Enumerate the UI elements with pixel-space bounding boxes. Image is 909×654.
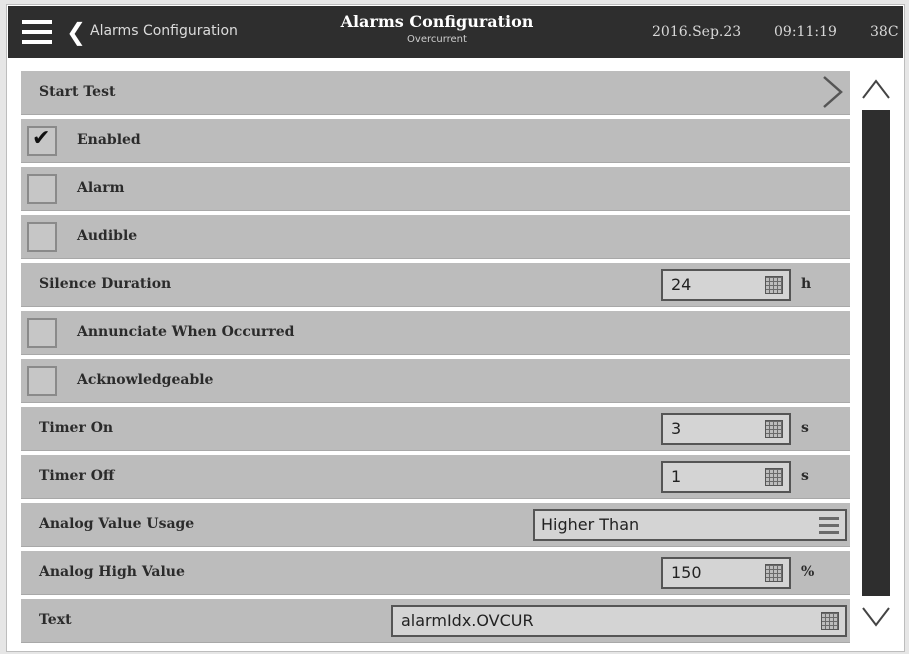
silence-duration-unit: h	[801, 276, 812, 292]
chevron-down-icon[interactable]	[860, 604, 892, 630]
text-label: Text	[39, 612, 72, 628]
timer-on-label: Timer On	[39, 420, 114, 436]
acknowledgeable-row: Acknowledgeable	[21, 359, 850, 403]
enabled-checkbox[interactable]	[27, 126, 57, 156]
silence-duration-label: Silence Duration	[39, 276, 172, 292]
audible-checkbox[interactable]	[27, 222, 57, 252]
annunciate-label: Annunciate When Occurred	[77, 324, 295, 340]
alarm-checkbox[interactable]	[27, 174, 57, 204]
header-time: 09:11:19	[774, 24, 837, 40]
timer-off-value: 1	[671, 467, 682, 486]
analog-high-value-value: 150	[671, 563, 702, 582]
analog-high-value-row: Analog High Value 150 %	[21, 551, 850, 595]
chevron-right-icon[interactable]	[820, 75, 844, 109]
analog-high-value-input[interactable]: 150	[661, 557, 791, 589]
acknowledgeable-checkbox[interactable]	[27, 366, 57, 396]
scrollbar-track[interactable]	[862, 110, 890, 596]
start-test-row[interactable]: Start Test	[21, 71, 850, 115]
timer-on-row: Timer On 3 s	[21, 407, 850, 451]
acknowledgeable-label: Acknowledgeable	[77, 372, 214, 388]
page-subtitle: Overcurrent	[407, 34, 467, 45]
chevron-left-icon[interactable]: ❮	[66, 17, 86, 47]
audible-label: Audible	[77, 228, 138, 244]
header-temperature: 38C	[870, 24, 899, 40]
analog-high-value-label: Analog High Value	[39, 564, 185, 580]
timer-on-value: 3	[671, 419, 682, 438]
text-row: Text alarmIdx.OVCUR	[21, 599, 850, 643]
header-date: 2016.Sep.23	[652, 24, 742, 40]
keypad-icon[interactable]	[821, 612, 839, 630]
keypad-icon[interactable]	[765, 564, 783, 582]
text-value: alarmIdx.OVCUR	[401, 611, 534, 630]
header-bar: ❮ Alarms Configuration Alarms Configurat…	[8, 6, 903, 58]
start-test-label: Start Test	[39, 84, 116, 100]
settings-list: Start Test Enabled Alarm Audible Silence…	[21, 71, 850, 647]
timer-off-input[interactable]: 1	[661, 461, 791, 493]
alarm-row: Alarm	[21, 167, 850, 211]
timer-on-unit: s	[801, 420, 809, 436]
list-icon[interactable]	[819, 516, 839, 534]
chevron-up-icon[interactable]	[860, 76, 892, 102]
keypad-icon[interactable]	[765, 468, 783, 486]
analog-value-usage-row: Analog Value Usage Higher Than	[21, 503, 850, 547]
silence-duration-value: 24	[671, 275, 692, 294]
alarm-label: Alarm	[77, 180, 125, 196]
back-button-label[interactable]: Alarms Configuration	[90, 23, 238, 39]
silence-duration-input[interactable]: 24	[661, 269, 791, 301]
page-title: Alarms Configuration	[340, 12, 534, 31]
timer-off-label: Timer Off	[39, 468, 115, 484]
analog-value-usage-value: Higher Than	[541, 515, 640, 534]
keypad-icon[interactable]	[765, 276, 783, 294]
annunciate-checkbox[interactable]	[27, 318, 57, 348]
timer-off-row: Timer Off 1 s	[21, 455, 850, 499]
audible-row: Audible	[21, 215, 850, 259]
keypad-icon[interactable]	[765, 420, 783, 438]
silence-duration-row: Silence Duration 24 h	[21, 263, 850, 307]
annunciate-row: Annunciate When Occurred	[21, 311, 850, 355]
timer-off-unit: s	[801, 468, 809, 484]
timer-on-input[interactable]: 3	[661, 413, 791, 445]
text-input[interactable]: alarmIdx.OVCUR	[391, 605, 847, 637]
analog-value-usage-select[interactable]: Higher Than	[533, 509, 847, 541]
hamburger-menu-icon[interactable]	[22, 20, 52, 44]
enabled-label: Enabled	[77, 132, 141, 148]
enabled-row: Enabled	[21, 119, 850, 163]
analog-value-usage-label: Analog Value Usage	[39, 516, 195, 532]
analog-high-value-unit: %	[801, 564, 815, 580]
